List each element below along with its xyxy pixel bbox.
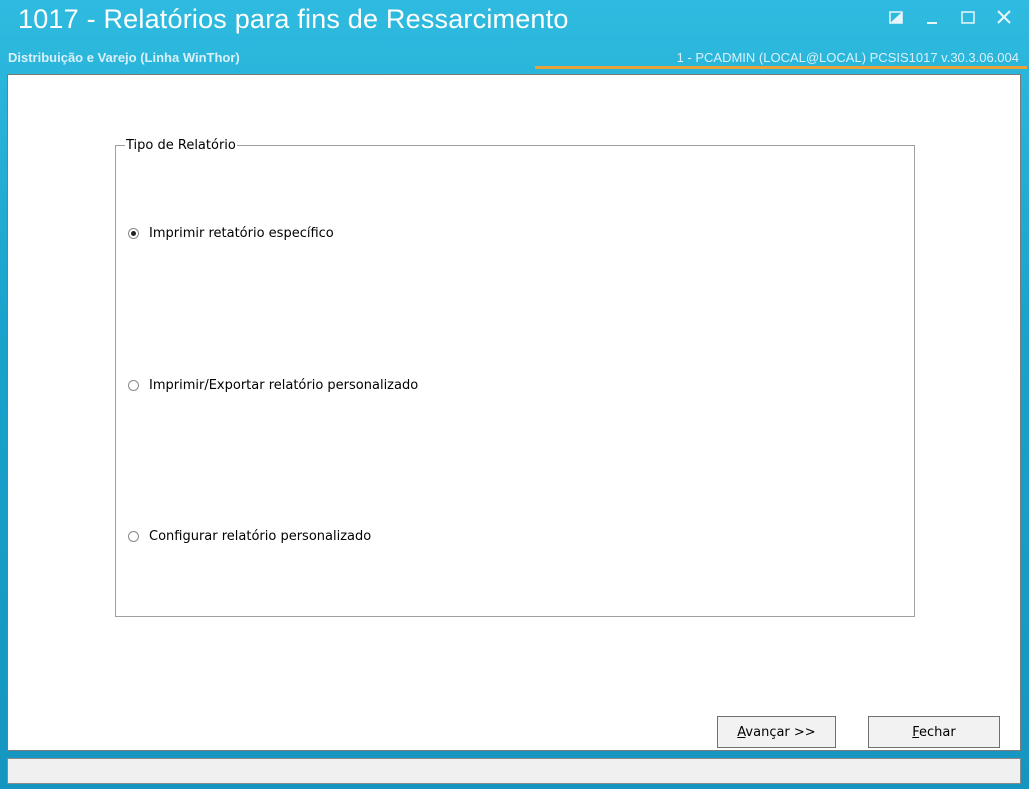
radio-custom-export-report[interactable]: Imprimir/Exportar relatório personalizad… (128, 378, 418, 393)
radio-configure-report[interactable]: Configurar relatório personalizado (128, 529, 371, 544)
client-area: Tipo de Relatório Imprimir retatório esp… (7, 74, 1021, 751)
radio-label: Imprimir retatório específico (149, 226, 334, 241)
title-bar[interactable]: 1017 - Relatórios para fins de Ressarcim… (0, 0, 1029, 72)
close-icon[interactable] (991, 8, 1017, 28)
window-controls (883, 8, 1017, 28)
status-bar (7, 758, 1021, 784)
restore-icon[interactable] (883, 8, 909, 28)
radio-label: Imprimir/Exportar relatório personalizad… (149, 378, 419, 393)
window-subtitle: Distribuição e Varejo (Linha WinThor) (8, 50, 240, 65)
radio-button-checked[interactable] (128, 228, 139, 239)
radio-label: Configurar relatório personalizado (149, 529, 372, 544)
close-button[interactable]: Fechar (868, 716, 1000, 748)
accent-line (535, 66, 1027, 69)
close-button-accel: F (912, 724, 920, 740)
next-button[interactable]: Avançar >> (717, 716, 836, 748)
maximize-icon[interactable] (955, 8, 981, 28)
minimize-icon[interactable] (919, 8, 945, 28)
next-button-label: vançar >> (745, 724, 816, 740)
groupbox-legend: Tipo de Relatório (125, 138, 237, 153)
radio-button[interactable] (128, 380, 139, 391)
app-window: 1017 - Relatórios para fins de Ressarcim… (0, 0, 1029, 789)
window-title: 1017 - Relatórios para fins de Ressarcim… (18, 4, 569, 34)
close-button-label: echar (919, 724, 956, 740)
radio-button[interactable] (128, 531, 139, 542)
radio-specific-report[interactable]: Imprimir retatório específico (128, 226, 334, 241)
user-info: 1 - PCADMIN (LOCAL@LOCAL) PCSIS1017 v.30… (676, 50, 1019, 65)
